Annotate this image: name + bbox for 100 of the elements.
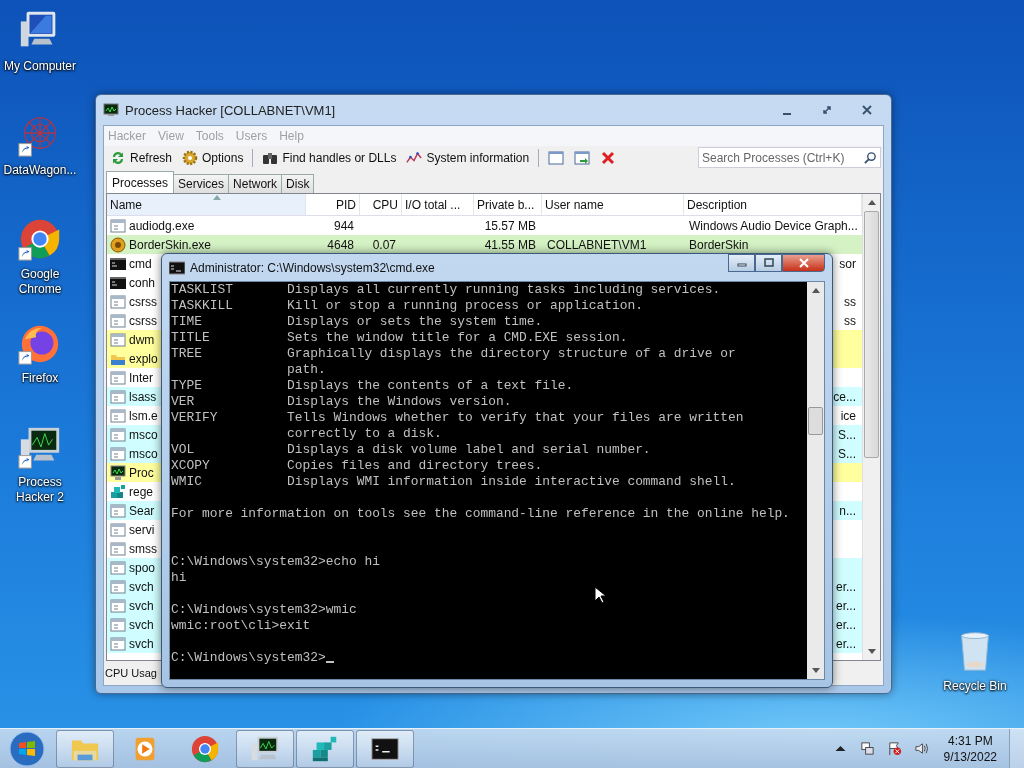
console-icon xyxy=(169,259,185,276)
table-cell: svch xyxy=(129,617,154,632)
table-cell: 15.57 MB xyxy=(484,218,536,233)
desktop-shortcut[interactable]: Google Chrome xyxy=(0,216,80,320)
table-cell: audiodg.exe xyxy=(129,218,195,233)
table-cell: ice xyxy=(840,408,856,423)
chrome-icon xyxy=(190,733,220,764)
taskbar-button[interactable] xyxy=(236,729,294,768)
table-cell: servi xyxy=(129,522,155,537)
console-line: C:\Windows\system32> xyxy=(171,650,326,665)
console-line: hi xyxy=(171,570,187,585)
close-button[interactable] xyxy=(782,254,825,272)
table-cell: 0.07 xyxy=(372,237,396,252)
window-icon xyxy=(110,445,126,462)
windows-logo-icon xyxy=(9,730,45,767)
toolbar-button[interactable]: Refresh xyxy=(106,146,177,169)
console-line: XCOPY Copies files and directory trees. xyxy=(171,458,543,473)
console-line: VOL Displays a disk volume label and serial number. xyxy=(171,442,651,457)
tab[interactable]: Services xyxy=(173,174,230,193)
table-cell: spoo xyxy=(129,560,156,575)
toolbar-button[interactable]: System information xyxy=(402,146,534,169)
monitor-icon xyxy=(103,102,119,118)
console-line: path. xyxy=(286,362,326,377)
table-cell: csrss xyxy=(129,313,157,328)
scroll-up-icon[interactable] xyxy=(867,200,876,205)
process-row[interactable]: BorderSkin.exe 4648 0.07 41.55 MB COLLABNET\VM1 BorderSkin xyxy=(107,235,862,254)
flag-icon[interactable] xyxy=(886,741,902,756)
table-cell: BorderSkin xyxy=(689,237,749,252)
column-header[interactable]: User name xyxy=(542,194,684,215)
table-cell: rege xyxy=(129,484,154,499)
speaker-icon[interactable] xyxy=(913,741,929,756)
desktop-shortcut[interactable]: Process Hacker 2 xyxy=(0,424,80,528)
table-cell: Sear xyxy=(129,503,155,518)
monitor-icon xyxy=(110,464,126,481)
orb-icon xyxy=(110,236,126,253)
table-cell: er... xyxy=(836,579,856,594)
console-line: C:\Windows\system32>echo hi xyxy=(171,554,380,569)
toolbar-button[interactable]: Find handles or DLLs xyxy=(258,146,401,169)
taskbar-button[interactable] xyxy=(356,729,414,768)
window-icon xyxy=(110,388,126,405)
table-cell: explo xyxy=(129,351,158,366)
table-cell: Windows Audio Device Graph... xyxy=(689,218,858,233)
network-icon[interactable] xyxy=(859,741,875,756)
console-line: correctly to a disk. xyxy=(286,426,442,441)
clock-date: 9/13/2022 xyxy=(943,748,997,765)
maximize-button[interactable] xyxy=(755,254,782,272)
mouse-pointer-icon xyxy=(594,586,606,604)
console-line: VERIFY Tells Windows whether to verify that your files are written xyxy=(171,410,744,425)
close-icon xyxy=(600,149,617,166)
table-cell: csrss xyxy=(129,294,157,309)
console-line: TASKLIST Displays all currently running tasks including services. xyxy=(171,282,721,297)
minimize-button[interactable] xyxy=(728,254,755,272)
console-line: TITLE Sets the window title for a CMD.EXE session. xyxy=(171,330,628,345)
table-cell: 944 xyxy=(333,218,354,233)
desktop-shortcut[interactable]: My Computer xyxy=(0,8,80,112)
console-icon xyxy=(110,274,126,291)
table-cell: svch xyxy=(129,636,154,651)
table-cell: 41.55 MB xyxy=(484,237,536,252)
window-icon xyxy=(110,635,126,652)
window-icon xyxy=(110,559,126,576)
tab[interactable]: Network xyxy=(228,174,283,193)
column-header[interactable]: Private b... xyxy=(474,194,542,215)
console-line: TREE Graphically displays the directory structure of a drive or xyxy=(171,346,736,361)
scrollbar[interactable] xyxy=(862,194,880,660)
desktop-shortcut[interactable]: Firefox xyxy=(0,320,80,424)
status-text: CPU Usag xyxy=(105,667,157,679)
table-cell: ss xyxy=(844,313,856,328)
scroll-down-icon[interactable] xyxy=(811,668,820,673)
desktop-shortcut[interactable]: DataWagon... xyxy=(0,112,80,216)
table-cell: msco xyxy=(129,427,158,442)
tab[interactable]: Processes xyxy=(106,171,175,193)
window-title: Process Hacker [COLLABNET\VM1] xyxy=(125,102,336,118)
window-icon xyxy=(548,149,565,166)
console-line: wmic:root\cli>exit xyxy=(171,618,311,633)
column-header[interactable]: Description xyxy=(684,194,862,215)
scrollbar-thumb[interactable] xyxy=(864,211,879,458)
table-cell: Proc xyxy=(129,465,154,480)
clock[interactable]: 4:31 PM 9/13/2022 xyxy=(935,732,1007,765)
toolbar-button[interactable]: Options xyxy=(178,146,248,169)
table-cell: S... xyxy=(838,446,856,461)
console-line: WMIC Displays WMI information inside interactive command shell. xyxy=(171,474,736,489)
scroll-down-icon[interactable] xyxy=(867,649,876,654)
table-cell: ss xyxy=(844,294,856,309)
table-cell: msco xyxy=(129,446,158,461)
close-icon xyxy=(797,258,810,268)
scrollbar-thumb[interactable] xyxy=(808,407,823,435)
console-line: TIME Displays or sets the system time. xyxy=(171,314,543,329)
scrollbar[interactable] xyxy=(807,282,824,679)
column-header[interactable]: Name xyxy=(107,194,306,215)
table-cell: dwm xyxy=(129,332,155,347)
table-cell: BorderSkin.exe xyxy=(129,237,212,252)
tab[interactable]: Disk xyxy=(281,174,315,193)
window-icon xyxy=(110,217,126,234)
window-icon xyxy=(110,426,126,443)
search-field[interactable]: Search Processes (Ctrl+K) xyxy=(698,147,881,168)
table-cell: er... xyxy=(836,598,856,613)
console-line: TYPE Displays the contents of a text file. xyxy=(171,378,574,393)
table-cell: S... xyxy=(838,427,856,442)
maximize-icon xyxy=(821,104,833,116)
console-line: TASKKILL Kill or stop a running process or application. xyxy=(171,298,643,313)
